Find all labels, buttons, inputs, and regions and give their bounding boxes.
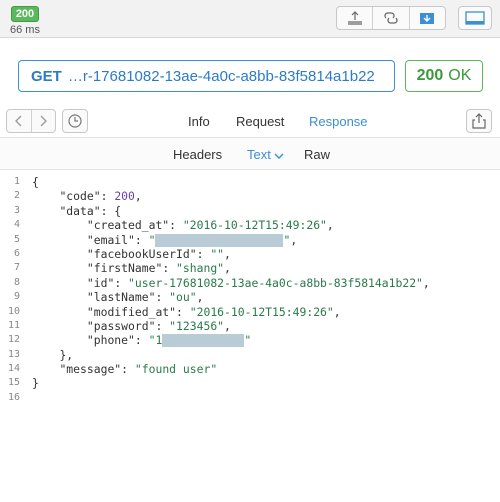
code-line: 9 "lastName": "ou", [13,290,204,305]
response-status: 200 OK [405,60,483,92]
response-status-text: OK [448,67,472,84]
code-line: 12 "phone": "1 " [7,333,252,348]
code-line: 6 "facebookUserId": "", [13,246,231,261]
tab-text[interactable]: Text [247,147,284,162]
code-line: 8 "id": "user-17681082-13ae-4a0c-a8bb-83… [13,275,430,290]
code-line: 2 "code": 200, [13,189,142,204]
share-button[interactable] [466,109,492,133]
code-line: 5 "email": " ", [13,232,298,247]
code-line: 10 "modified_at": "2016-10-12T15:49:26", [7,304,341,319]
status-summary: 200 66 ms [6,4,44,36]
share-icon [472,113,486,129]
response-time: 66 ms [10,24,40,36]
history-button[interactable] [62,109,88,133]
toolbar-button-group [336,6,446,30]
request-url-field[interactable]: GET …r-17681082-13ae-4a0c-a8bb-83f5814a1… [18,60,395,92]
detail-nav-bar: Info Request Response [0,106,500,138]
tab-raw[interactable]: Raw [304,147,330,162]
export-icon [347,11,362,25]
tab-request[interactable]: Request [236,114,284,129]
code-line: 14 "message": "found user" [7,362,218,377]
redacted-email [155,233,284,247]
code-line: 7 "firstName": "shang", [13,261,231,276]
request-method: GET [31,67,62,85]
clock-icon [68,114,82,128]
download-icon [420,13,435,24]
redacted-phone [162,334,245,348]
back-button[interactable] [7,110,32,132]
export-button[interactable] [337,7,374,29]
response-body[interactable]: 1{ 2 "code": 200, 3 "data": { 4 "created… [0,175,500,405]
code-line: 15} [7,376,39,391]
chevron-right-icon [40,115,48,127]
tab-headers[interactable]: Headers [173,147,222,162]
code-line: 3 "data": { [13,203,122,218]
download-button[interactable] [410,7,445,29]
link-button[interactable] [373,7,410,29]
status-code-badge: 200 [10,6,40,22]
forward-button[interactable] [32,110,56,132]
response-status-code: 200 [416,67,444,84]
toggle-panel-button[interactable] [458,6,492,30]
history-navigation [6,109,56,133]
code-line: 4 "created_at": "2016-10-12T15:49:26", [13,218,334,233]
format-tabs: Headers Text Raw [0,138,500,170]
chevron-left-icon [14,115,22,127]
code-line: 13 }, [7,347,74,362]
chevron-down-icon [274,153,284,159]
code-line: 1{ [13,175,39,189]
request-url: …r-17681082-13ae-4a0c-a8bb-83f5814a1b22 [67,67,375,85]
top-toolbar: 200 66 ms [0,0,500,38]
tab-info[interactable]: Info [188,114,210,129]
code-line: 11 "password": "123456", [7,318,231,333]
link-icon [384,12,398,24]
tab-text-label: Text [247,147,271,162]
panel-icon [465,11,485,25]
code-line: 16 [7,391,20,403]
tab-response[interactable]: Response [309,114,368,129]
